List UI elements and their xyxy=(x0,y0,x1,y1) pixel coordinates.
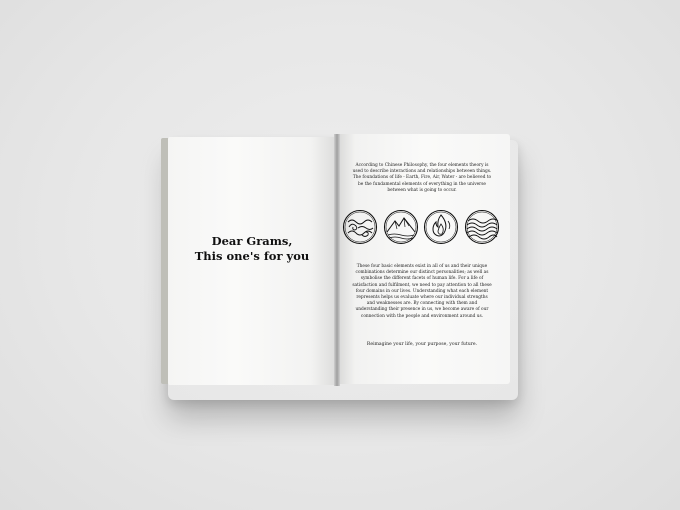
body-paragraph: These four basic elements exist in all o… xyxy=(352,264,492,319)
water-icon xyxy=(464,209,500,245)
fire-icon xyxy=(423,209,459,245)
air-icon xyxy=(342,209,378,245)
tagline: Reimagine your life, your purpose, your … xyxy=(366,342,478,347)
dedication-line-2: This one's for you xyxy=(194,249,310,263)
dedication: Dear Grams, This one's for you xyxy=(168,234,336,264)
intro-paragraph: According to Chinese Philosophy, the fou… xyxy=(352,163,492,193)
element-icons-row xyxy=(342,209,500,247)
dedication-line-1: Dear Grams, xyxy=(211,234,293,248)
earth-icon xyxy=(383,209,419,245)
